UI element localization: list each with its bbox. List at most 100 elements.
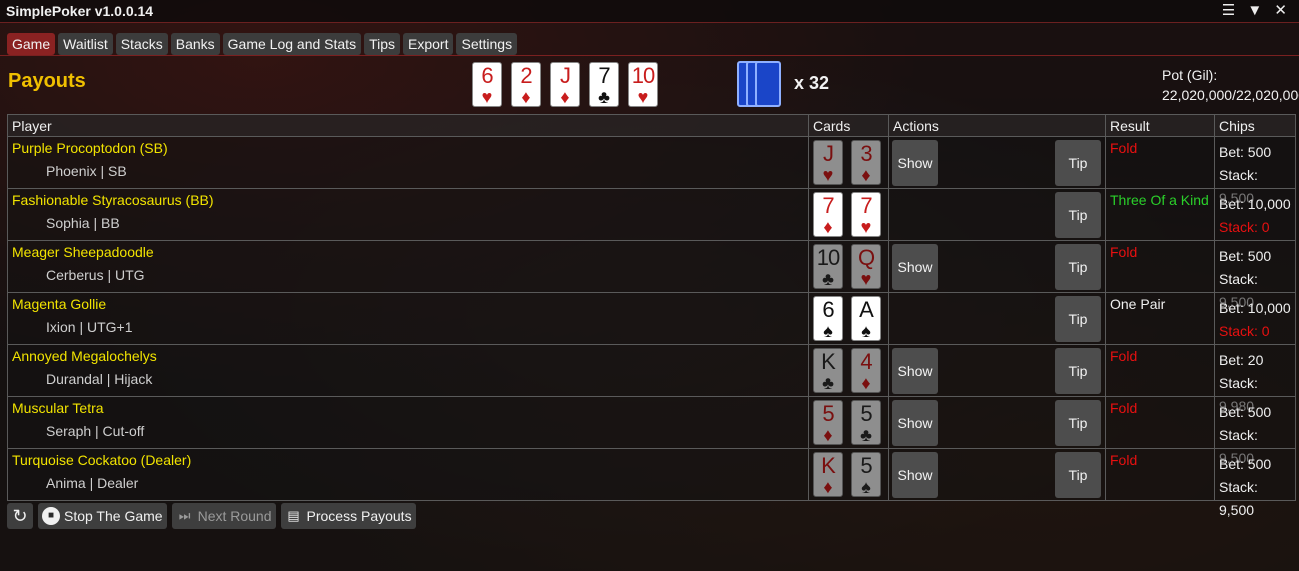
collapse-icon[interactable]: ▼: [1247, 2, 1266, 19]
player-name: Meager Sheepadoodle: [12, 244, 154, 260]
player-name: Magenta Gollie: [12, 296, 107, 312]
tab-stacks[interactable]: Stacks: [115, 33, 168, 55]
card-suit-icon: ♠: [823, 321, 833, 341]
chips-cell: Bet: 500 Stack: 9,500: [1214, 240, 1296, 310]
hole-cards: 10 ♣ Q ♥: [809, 241, 888, 289]
playing-card: 7 ♥: [851, 192, 881, 237]
refresh-icon: ↻: [12, 506, 28, 526]
hole-cards: K ♣ 4 ♦: [809, 345, 888, 393]
menu-icon[interactable]: ☰: [1222, 2, 1239, 19]
show-button[interactable]: Show: [892, 244, 938, 290]
playing-card: Q ♥: [851, 244, 881, 289]
card-rank: 5: [860, 401, 872, 426]
tip-button[interactable]: Tip: [1055, 192, 1101, 238]
playing-card: K ♣: [813, 348, 843, 393]
player-job-position: Ixion | UTG+1: [46, 319, 133, 335]
tab-game[interactable]: Game: [7, 33, 56, 55]
result-cell: Fold: [1105, 240, 1215, 293]
table-row: Turquoise Cockatoo (Dealer) Anima | Deal…: [7, 448, 1296, 518]
playing-card: 6 ♠: [813, 296, 843, 341]
playing-card: 10 ♣: [813, 244, 843, 289]
tab-export[interactable]: Export: [403, 33, 454, 55]
show-button[interactable]: Show: [892, 348, 938, 394]
card-rank: 10: [816, 245, 840, 270]
hand-result: Fold: [1110, 140, 1138, 156]
playing-card: K ♦: [813, 452, 843, 497]
show-button[interactable]: Show: [892, 400, 938, 446]
next-round-button[interactable]: ⏭ Next Round: [171, 503, 276, 529]
tab-settings[interactable]: Settings: [456, 33, 518, 55]
player-cell: Purple Procoptodon (SB) Phoenix | SB: [7, 136, 809, 189]
card-suit-icon: ♥: [637, 87, 649, 107]
playing-card: 6 ♥: [472, 62, 502, 107]
card-rank: 2: [520, 63, 532, 88]
table-row: Magenta Gollie Ixion | UTG+1 6 ♠ A ♠ Tip One P…: [7, 292, 1296, 345]
tab-tips[interactable]: Tips: [364, 33, 401, 55]
card-suit-icon: ♣: [598, 87, 610, 107]
hand-result: One Pair: [1110, 296, 1166, 312]
close-icon[interactable]: ✕: [1274, 2, 1291, 19]
tab-game-log[interactable]: Game Log and Stats: [222, 33, 362, 55]
chips-cell: Bet: 500 Stack: 9,500: [1214, 448, 1296, 518]
hole-cards: 5 ♦ 5 ♣: [809, 397, 888, 445]
process-payouts-button[interactable]: ▤ Process Payouts: [280, 503, 416, 529]
cards-cell: 6 ♠ A ♠: [808, 292, 889, 345]
player-name: Fashionable Styracosaurus (BB): [12, 192, 214, 208]
pot-label: Pot (Gil):: [1162, 67, 1218, 83]
result-cell: One Pair: [1105, 292, 1215, 345]
process-payouts-label: Process Payouts: [306, 508, 412, 524]
refresh-button[interactable]: ↻: [7, 503, 33, 529]
card-suit-icon: ♠: [861, 477, 871, 497]
table-row: Meager Sheepadoodle Cerberus | UTG 10 ♣ Q ♥ S…: [7, 240, 1296, 310]
player-cell: Turquoise Cockatoo (Dealer) Anima | Deal…: [7, 448, 809, 501]
show-button[interactable]: Show: [892, 452, 938, 498]
next-icon: ⏭: [178, 508, 191, 523]
show-button[interactable]: Show: [892, 140, 938, 186]
bet-amount: Bet: 500: [1219, 248, 1272, 264]
player-job-position: Sophia | BB: [46, 215, 120, 231]
chips-cell: Bet: 20 Stack: 9,980: [1214, 344, 1296, 414]
card-rank: J: [560, 63, 571, 88]
card-rank: Q: [857, 245, 875, 270]
playing-card: J ♥: [813, 140, 843, 185]
tip-button[interactable]: Tip: [1055, 348, 1101, 394]
cards-cell: 7 ♦ 7 ♥: [808, 188, 889, 241]
table-row: Muscular Tetra Seraph | Cut-off 5 ♦ 5 ♣ Show T…: [7, 396, 1296, 466]
tip-button[interactable]: Tip: [1055, 452, 1101, 498]
card-rank: 3: [860, 141, 872, 166]
hand-result: Three Of a Kind: [1110, 192, 1209, 208]
col-cards: Cards: [808, 114, 889, 137]
stop-game-button[interactable]: ■ Stop The Game: [38, 503, 167, 529]
cards-cell: 5 ♦ 5 ♣: [808, 396, 889, 449]
playing-card: 3 ♦: [851, 140, 881, 185]
card-rank: 6: [481, 63, 493, 88]
card-rank: 6: [822, 297, 834, 322]
actions-cell: Show Tip: [888, 240, 1106, 293]
tip-button[interactable]: Tip: [1055, 400, 1101, 446]
pot-value: 22,020,000/22,020,000: [1162, 87, 1299, 103]
hole-cards: 6 ♠ A ♠: [809, 293, 888, 341]
player-cell: Fashionable Styracosaurus (BB) Sophia | …: [7, 188, 809, 241]
title-bar[interactable]: SimplePoker v1.0.0.14 ☰ ▼ ✕: [0, 0, 1299, 23]
chips-cell: Bet: 500 Stack: 9,500: [1214, 136, 1296, 206]
playing-card: 2 ♦: [511, 62, 541, 107]
tip-button[interactable]: Tip: [1055, 244, 1101, 290]
next-round-label: Next Round: [197, 508, 272, 524]
table-row: Fashionable Styracosaurus (BB) Sophia | …: [7, 188, 1296, 241]
tip-button[interactable]: Tip: [1055, 296, 1101, 342]
tip-button[interactable]: Tip: [1055, 140, 1101, 186]
actions-cell: Show Tip: [888, 396, 1106, 449]
playing-card: 5 ♠: [851, 452, 881, 497]
footer-toolbar: ↻ ■ Stop The Game ⏭ Next Round ▤ Process…: [7, 503, 416, 529]
tab-waitlist[interactable]: Waitlist: [58, 33, 113, 55]
playing-card: 5 ♦: [813, 400, 843, 445]
hole-cards: J ♥ 3 ♦: [809, 137, 888, 185]
bet-amount: Bet: 20: [1219, 352, 1264, 368]
bet-amount: Bet: 10,000: [1219, 300, 1291, 316]
chips-cell: Bet: 500 Stack: 9,500: [1214, 396, 1296, 466]
stack-amount: Stack: 0: [1219, 323, 1270, 339]
tab-banks[interactable]: Banks: [170, 33, 220, 55]
hole-cards: K ♦ 5 ♠: [809, 449, 888, 497]
result-cell: Fold: [1105, 344, 1215, 397]
table-row: Purple Procoptodon (SB) Phoenix | SB J ♥ 3 ♦…: [7, 136, 1296, 206]
